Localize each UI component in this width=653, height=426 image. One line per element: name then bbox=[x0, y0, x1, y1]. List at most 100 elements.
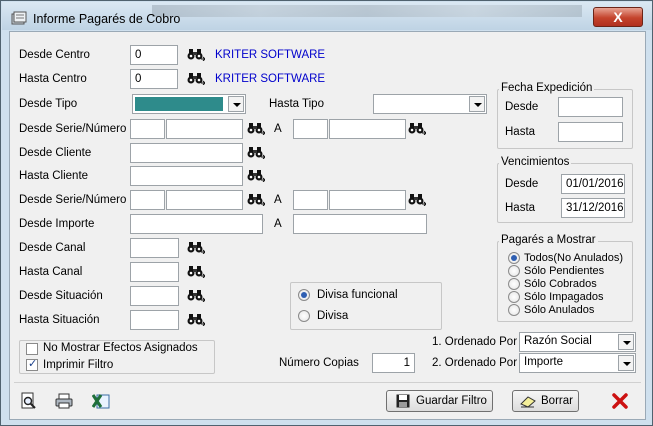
divisa-funcional-label: Divisa funcional bbox=[317, 289, 398, 301]
chevron-down-icon[interactable] bbox=[618, 355, 634, 371]
hasta-importe-input[interactable] bbox=[293, 214, 427, 234]
divisa-label: Divisa bbox=[317, 310, 349, 322]
fecha-exp-hasta-label: Hasta bbox=[505, 126, 536, 138]
desde-tipo-select[interactable] bbox=[132, 94, 246, 114]
vencimientos-hasta-label: Hasta bbox=[505, 202, 536, 214]
pagares-option-label-0: Todos(No Anulados) bbox=[524, 252, 624, 264]
desde-centro-input[interactable]: 0 bbox=[130, 45, 178, 65]
binoculars-icon[interactable] bbox=[408, 193, 426, 206]
close-window-button[interactable]: X bbox=[593, 7, 643, 27]
desde-numero-input[interactable] bbox=[166, 119, 243, 139]
chevron-down-icon[interactable] bbox=[469, 96, 485, 112]
desde-cliente-input[interactable] bbox=[130, 143, 243, 163]
pagares-option-label-3: Sólo Impagados bbox=[524, 291, 604, 303]
title-bar: Informe Pagarés de Cobro X bbox=[2, 2, 652, 30]
vencimientos-desde-input[interactable]: 01/01/2016 bbox=[561, 174, 625, 194]
desde-canal-input[interactable] bbox=[130, 238, 179, 258]
guardar-filtro-button[interactable]: Guardar Filtro bbox=[386, 390, 493, 412]
app-icon bbox=[11, 11, 27, 25]
hasta-canal-label: Hasta Canal bbox=[19, 266, 83, 278]
desde-serie-2-input[interactable] bbox=[130, 190, 165, 210]
pagares-option-radio-4[interactable] bbox=[508, 304, 520, 316]
desde-importe-input[interactable] bbox=[130, 214, 263, 234]
desde-situacion-label: Desde Situación bbox=[19, 290, 103, 302]
divisa-funcional-radio[interactable] bbox=[298, 289, 310, 301]
numero-copias-label: Número Copias bbox=[279, 357, 359, 369]
hasta-centro-input[interactable]: 0 bbox=[130, 69, 178, 89]
hasta-serie-input[interactable] bbox=[293, 119, 328, 139]
binoculars-icon[interactable] bbox=[187, 48, 205, 61]
chevron-down-icon[interactable] bbox=[618, 334, 634, 350]
no-mostrar-checkbox[interactable] bbox=[26, 343, 38, 355]
selected-highlight bbox=[135, 97, 223, 111]
ordenado-por-1-select[interactable]: Razón Social bbox=[519, 332, 636, 352]
vencimientos-hasta-input[interactable]: 31/12/2016 bbox=[561, 198, 625, 218]
desde-serie-numero-2-label: Desde Serie/Número bbox=[19, 194, 127, 206]
window-title: Informe Pagarés de Cobro bbox=[33, 12, 181, 26]
fecha-exp-desde-input[interactable] bbox=[558, 97, 623, 117]
desde-numero-2-input[interactable] bbox=[166, 190, 243, 210]
background-ghost-strip bbox=[152, 5, 582, 17]
no-mostrar-label: No Mostrar Efectos Asignados bbox=[43, 342, 198, 354]
desde-situacion-input[interactable] bbox=[130, 286, 179, 306]
hasta-cliente-input[interactable] bbox=[130, 166, 243, 186]
ordenado-por-2-select[interactable]: Importe bbox=[519, 353, 636, 373]
chevron-down-icon[interactable] bbox=[228, 96, 244, 112]
ordenado-por-2-value: Importe bbox=[524, 356, 563, 368]
range-separator: A bbox=[274, 194, 282, 206]
binoculars-icon[interactable] bbox=[408, 122, 426, 135]
binoculars-icon[interactable] bbox=[187, 313, 205, 326]
report-window: Informe Pagarés de Cobro X Desde Centro … bbox=[0, 0, 653, 426]
binoculars-icon[interactable] bbox=[247, 193, 265, 206]
hasta-numero-2-input[interactable] bbox=[329, 190, 406, 210]
floppy-icon bbox=[396, 394, 410, 408]
print-preview-icon[interactable] bbox=[20, 392, 38, 410]
hasta-cliente-label: Hasta Cliente bbox=[19, 170, 89, 182]
hasta-centro-label: Hasta Centro bbox=[19, 73, 87, 85]
hasta-canal-input[interactable] bbox=[130, 262, 179, 282]
pagares-option-radio-1[interactable] bbox=[508, 265, 520, 277]
fecha-exp-desde-label: Desde bbox=[505, 101, 539, 113]
separator bbox=[14, 382, 641, 383]
fecha-exp-hasta-input[interactable] bbox=[558, 122, 623, 142]
guardar-filtro-label: Guardar Filtro bbox=[416, 395, 487, 407]
borrar-label: Borrar bbox=[541, 395, 573, 407]
fecha-expedicion-title: Fecha Expedición bbox=[499, 82, 595, 94]
pagares-option-radio-3[interactable] bbox=[508, 291, 520, 303]
divisa-radio[interactable] bbox=[298, 310, 310, 322]
ordenado-por-1-value: Razón Social bbox=[524, 335, 592, 347]
binoculars-icon[interactable] bbox=[187, 72, 205, 85]
hasta-tipo-select[interactable] bbox=[373, 94, 487, 114]
imprimir-filtro-checkbox[interactable] bbox=[26, 357, 38, 371]
ordenado-por-1-label: 1. Ordenado Por bbox=[432, 336, 518, 348]
desde-centro-name-link[interactable]: KRITER SOFTWARE bbox=[215, 49, 325, 61]
pagares-mostrar-title: Pagarés a Mostrar bbox=[499, 234, 598, 246]
excel-icon[interactable] bbox=[92, 392, 110, 410]
pagares-option-radio-2[interactable] bbox=[508, 278, 520, 290]
binoculars-icon[interactable] bbox=[247, 122, 265, 135]
pagares-option-radio-0[interactable] bbox=[508, 252, 520, 264]
hasta-centro-name-link[interactable]: KRITER SOFTWARE bbox=[215, 73, 325, 85]
ordenado-por-2-label: 2. Ordenado Por bbox=[432, 357, 518, 369]
binoculars-icon[interactable] bbox=[247, 169, 265, 182]
desde-serie-input[interactable] bbox=[130, 119, 165, 139]
binoculars-icon[interactable] bbox=[187, 241, 205, 254]
form-area: Desde Centro 0 KRITER SOFTWARE Hasta Cen… bbox=[9, 31, 646, 420]
vencimientos-desde-label: Desde bbox=[505, 178, 539, 190]
hasta-serie-2-input[interactable] bbox=[293, 190, 328, 210]
hasta-situacion-input[interactable] bbox=[130, 310, 179, 330]
binoculars-icon[interactable] bbox=[247, 146, 265, 159]
binoculars-icon[interactable] bbox=[187, 289, 205, 302]
range-separator: A bbox=[274, 123, 282, 135]
borrar-button[interactable]: Borrar bbox=[512, 390, 579, 412]
desde-canal-label: Desde Canal bbox=[19, 242, 86, 254]
hasta-numero-input[interactable] bbox=[329, 119, 406, 139]
printer-icon[interactable] bbox=[55, 392, 73, 410]
vencimientos-title: Vencimientos bbox=[499, 156, 572, 168]
numero-copias-input[interactable]: 1 bbox=[372, 353, 415, 373]
desde-tipo-label: Desde Tipo bbox=[19, 98, 78, 110]
binoculars-icon[interactable] bbox=[187, 265, 205, 278]
red-x-icon[interactable] bbox=[611, 392, 629, 410]
range-separator: A bbox=[274, 218, 282, 230]
hasta-tipo-label: Hasta Tipo bbox=[269, 98, 324, 110]
